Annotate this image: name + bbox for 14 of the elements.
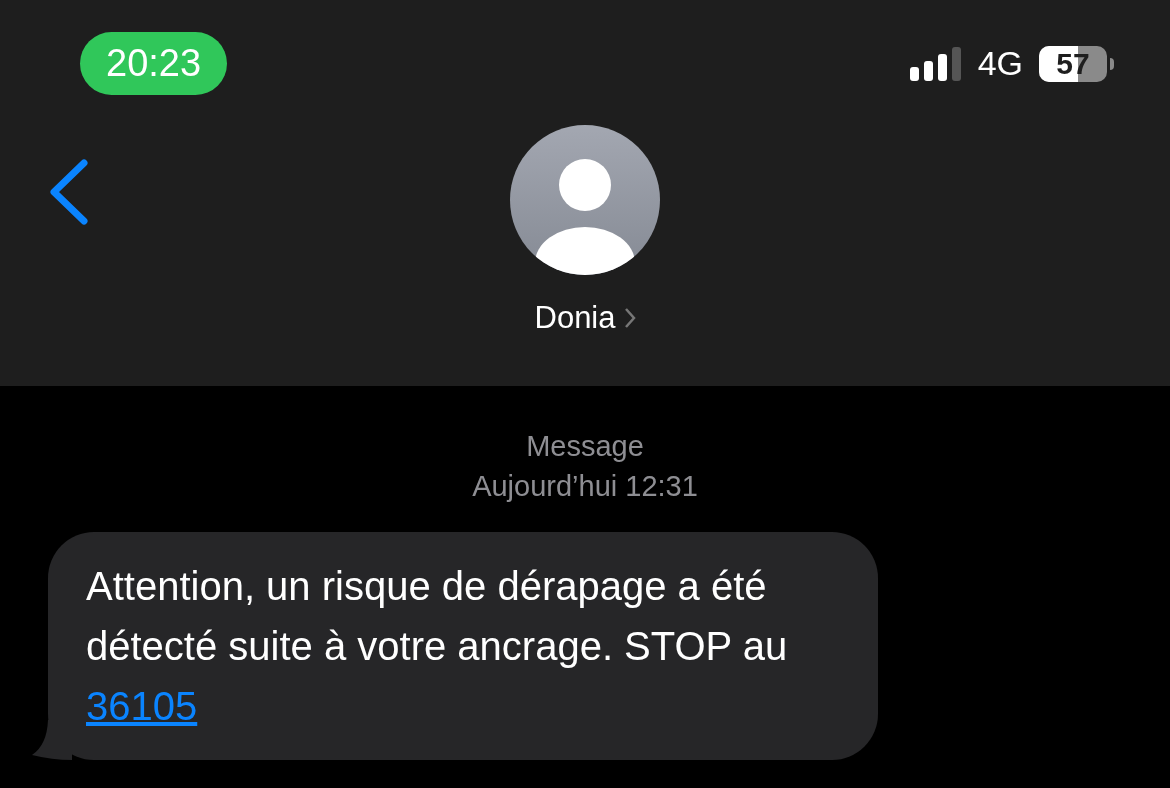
chevron-right-icon [623,307,636,330]
status-time: 20:23 [80,32,228,95]
service-label: Message [526,429,644,464]
network-label: 4G [977,43,1023,84]
message-timestamp: Aujourd’hui 12:31 [472,469,698,504]
back-chevron-icon [48,159,90,225]
contact-name-button[interactable]: Donia [534,295,636,342]
back-button[interactable] [48,159,90,225]
battery-percentage: 57 [1056,48,1090,79]
phone-link[interactable]: 36105 [86,684,198,728]
signal-icon [909,46,962,81]
bubble-tail-icon [32,720,72,760]
avatar-icon [510,125,660,275]
message-bubble: Attention, un risque de dérapage a été détecté suite à votre ancrage. STOP au 36105 [48,532,878,760]
